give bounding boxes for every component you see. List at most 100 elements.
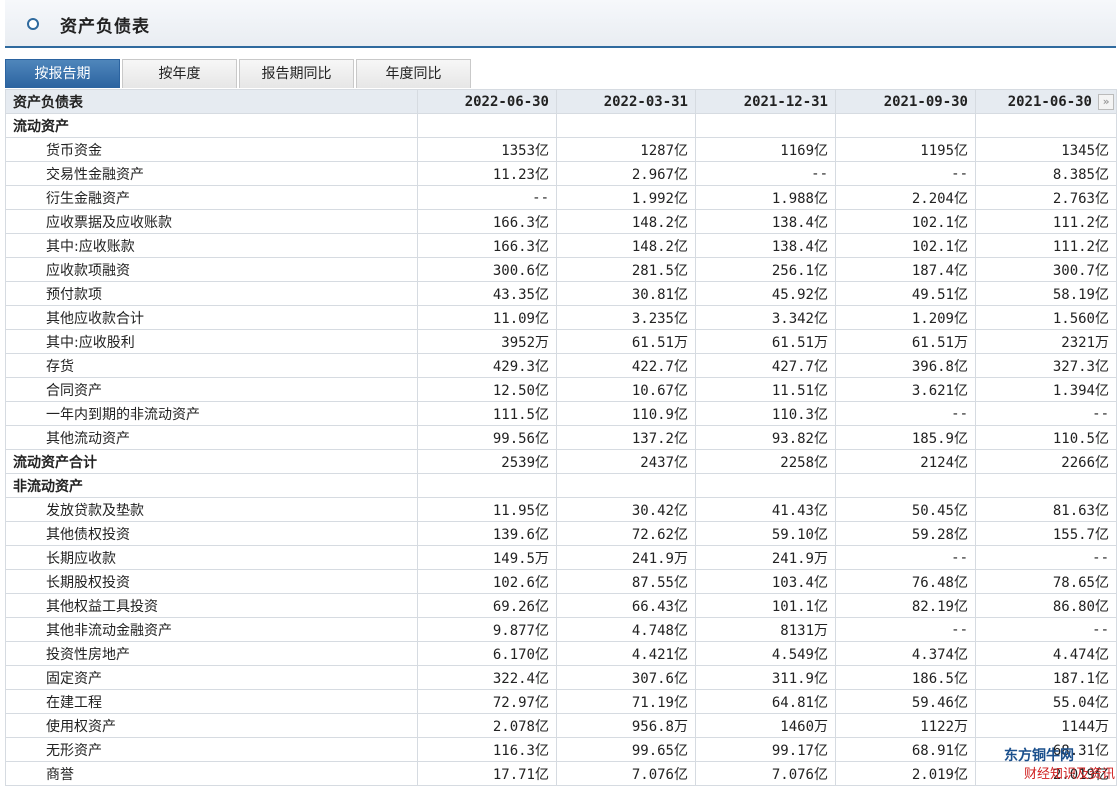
double-chevron-right-icon[interactable]: » xyxy=(1098,94,1114,110)
table-cell-value: 3.235亿 xyxy=(556,305,696,330)
table-cell-value xyxy=(975,473,1117,498)
row-label: 货币资金 xyxy=(5,137,418,162)
table-cell-value xyxy=(556,113,696,138)
table-cell-value: 101.1亿 xyxy=(695,593,836,618)
row-label: 固定资产 xyxy=(5,665,418,690)
table-cell-value: 1169亿 xyxy=(695,137,836,162)
table-cell-value: 185.9亿 xyxy=(835,425,976,450)
table-cell-value: 11.95亿 xyxy=(417,497,557,522)
row-label: 其他权益工具投资 xyxy=(5,593,418,618)
table-cell-value: 8131万 xyxy=(695,617,836,642)
table-row: 流动资产 xyxy=(5,113,1117,138)
table-cell-value: 69.26亿 xyxy=(417,593,557,618)
row-label: 其他应收款合计 xyxy=(5,305,418,330)
row-label: 预付款项 xyxy=(5,281,418,306)
table-cell-value: 61.51万 xyxy=(556,329,696,354)
table-row: 流动资产合计 2539亿 2437亿 2258亿 2124亿 2266亿 xyxy=(5,449,1117,474)
table-cell-value: 111.2亿 xyxy=(975,233,1117,258)
table-cell-value: 2.763亿 xyxy=(975,185,1117,210)
table-cell-value: 4.474亿 xyxy=(975,641,1117,666)
table-cell-value: 11.09亿 xyxy=(417,305,557,330)
table-cell-value: 72.97亿 xyxy=(417,689,557,714)
table-cell-value: 2321万 xyxy=(975,329,1117,354)
table-cell-value: 110.9亿 xyxy=(556,401,696,426)
table-cell-value: 307.6亿 xyxy=(556,665,696,690)
table-cell-value: 71.19亿 xyxy=(556,689,696,714)
page-title: 资产负债表 xyxy=(60,17,150,37)
column-header-name: 资产负债表 xyxy=(5,89,418,114)
table-cell-value: 66.43亿 xyxy=(556,593,696,618)
table-cell-value: 8.385亿 xyxy=(975,161,1117,186)
table-cell-value: 9.877亿 xyxy=(417,617,557,642)
table-cell-value: 61.51万 xyxy=(695,329,836,354)
table-cell-value: 50.45亿 xyxy=(835,497,976,522)
table-cell-value: 186.5亿 xyxy=(835,665,976,690)
tab-annual-yoy[interactable]: 年度同比 xyxy=(356,59,471,88)
row-label: 投资性房地产 xyxy=(5,641,418,666)
table-cell-value: 2258亿 xyxy=(695,449,836,474)
table-cell-value: 7.076亿 xyxy=(556,761,696,786)
tab-report-period-yoy[interactable]: 报告期同比 xyxy=(239,59,354,88)
table-cell-value xyxy=(835,113,976,138)
table-cell-value: 59.28亿 xyxy=(835,521,976,546)
table-row: 存货 429.3亿 422.7亿 427.7亿 396.8亿 327.3亿 xyxy=(5,353,1117,378)
table-cell-value xyxy=(417,473,557,498)
table-cell-value: 148.2亿 xyxy=(556,233,696,258)
table-row: 衍生金融资产 -- 1.992亿 1.988亿 2.204亿 2.763亿 xyxy=(5,185,1117,210)
table-cell-value: 58.19亿 xyxy=(975,281,1117,306)
table-cell-value: 187.1亿 xyxy=(975,665,1117,690)
tab-bar: 按报告期 按年度 报告期同比 年度同比 xyxy=(5,59,1116,91)
table-cell-value: 4.549亿 xyxy=(695,641,836,666)
table-row: 长期应收款 149.5万 241.9万 241.9万 -- -- xyxy=(5,545,1117,570)
table-cell-value: 111.5亿 xyxy=(417,401,557,426)
balance-sheet-table-wrap: 资产负债表 2022-06-30 2022-03-31 2021-12-31 2… xyxy=(5,89,1117,786)
table-row: 其中:应收账款 166.3亿 148.2亿 138.4亿 102.1亿 111.2亿 xyxy=(5,233,1117,258)
table-cell-value xyxy=(835,473,976,498)
row-label: 应收款项融资 xyxy=(5,257,418,282)
column-header-date: 2022-03-31 xyxy=(556,89,696,114)
table-cell-value: 49.51亿 xyxy=(835,281,976,306)
table-cell-value: 1144万 xyxy=(975,713,1117,738)
table-row: 其他应收款合计 11.09亿 3.235亿 3.342亿 1.209亿 1.560亿 xyxy=(5,305,1117,330)
table-cell-value: 155.7亿 xyxy=(975,521,1117,546)
table-row: 使用权资产 2.078亿 956.8万 1460万 1122万 1144万 xyxy=(5,713,1117,738)
table-row: 非流动资产 xyxy=(5,473,1117,498)
table-cell-value: 1.988亿 xyxy=(695,185,836,210)
table-cell-value: 4.748亿 xyxy=(556,617,696,642)
table-cell-value: 76.48亿 xyxy=(835,569,976,594)
table-row: 应收票据及应收账款 166.3亿 148.2亿 138.4亿 102.1亿 111.2亿 xyxy=(5,209,1117,234)
table-cell-value: 149.5万 xyxy=(417,545,557,570)
table-cell-value: 82.19亿 xyxy=(835,593,976,618)
table-cell-value: 327.3亿 xyxy=(975,353,1117,378)
table-cell-value: 2124亿 xyxy=(835,449,976,474)
table-row: 固定资产 322.4亿 307.6亿 311.9亿 186.5亿 187.1亿 xyxy=(5,665,1117,690)
tab-by-year[interactable]: 按年度 xyxy=(122,59,237,88)
table-cell-value: 30.42亿 xyxy=(556,497,696,522)
table-cell-value: 103.4亿 xyxy=(695,569,836,594)
table-cell-value: 1287亿 xyxy=(556,137,696,162)
tab-by-report-period[interactable]: 按报告期 xyxy=(5,59,120,88)
table-cell-value: 1460万 xyxy=(695,713,836,738)
table-cell-value: 68.91亿 xyxy=(835,737,976,762)
table-row: 其他债权投资 139.6亿 72.62亿 59.10亿 59.28亿 155.7亿 xyxy=(5,521,1117,546)
table-cell-value: 4.374亿 xyxy=(835,641,976,666)
table-cell-value: 41.43亿 xyxy=(695,497,836,522)
table-cell-value: 1345亿 xyxy=(975,137,1117,162)
table-cell-value: 166.3亿 xyxy=(417,209,557,234)
table-cell-value: 300.7亿 xyxy=(975,257,1117,282)
table-cell-value: 6.170亿 xyxy=(417,641,557,666)
table-cell-value: 138.4亿 xyxy=(695,233,836,258)
balance-sheet-table: 资产负债表 2022-06-30 2022-03-31 2021-12-31 2… xyxy=(5,89,1117,786)
page-header: 资产负债表 xyxy=(5,0,1116,48)
row-label: 衍生金融资产 xyxy=(5,185,418,210)
table-row: 长期股权投资 102.6亿 87.55亿 103.4亿 76.48亿 78.65亿 xyxy=(5,569,1117,594)
table-row: 在建工程 72.97亿 71.19亿 64.81亿 59.46亿 55.04亿 xyxy=(5,689,1117,714)
table-cell-value: 12.50亿 xyxy=(417,377,557,402)
table-cell-value: 1122万 xyxy=(835,713,976,738)
table-cell-value: 110.5亿 xyxy=(975,425,1117,450)
table-cell-value: 45.92亿 xyxy=(695,281,836,306)
table-cell-value: 2.967亿 xyxy=(556,161,696,186)
table-cell-value: 322.4亿 xyxy=(417,665,557,690)
table-cell-value: 3.621亿 xyxy=(835,377,976,402)
table-cell-value xyxy=(695,113,836,138)
